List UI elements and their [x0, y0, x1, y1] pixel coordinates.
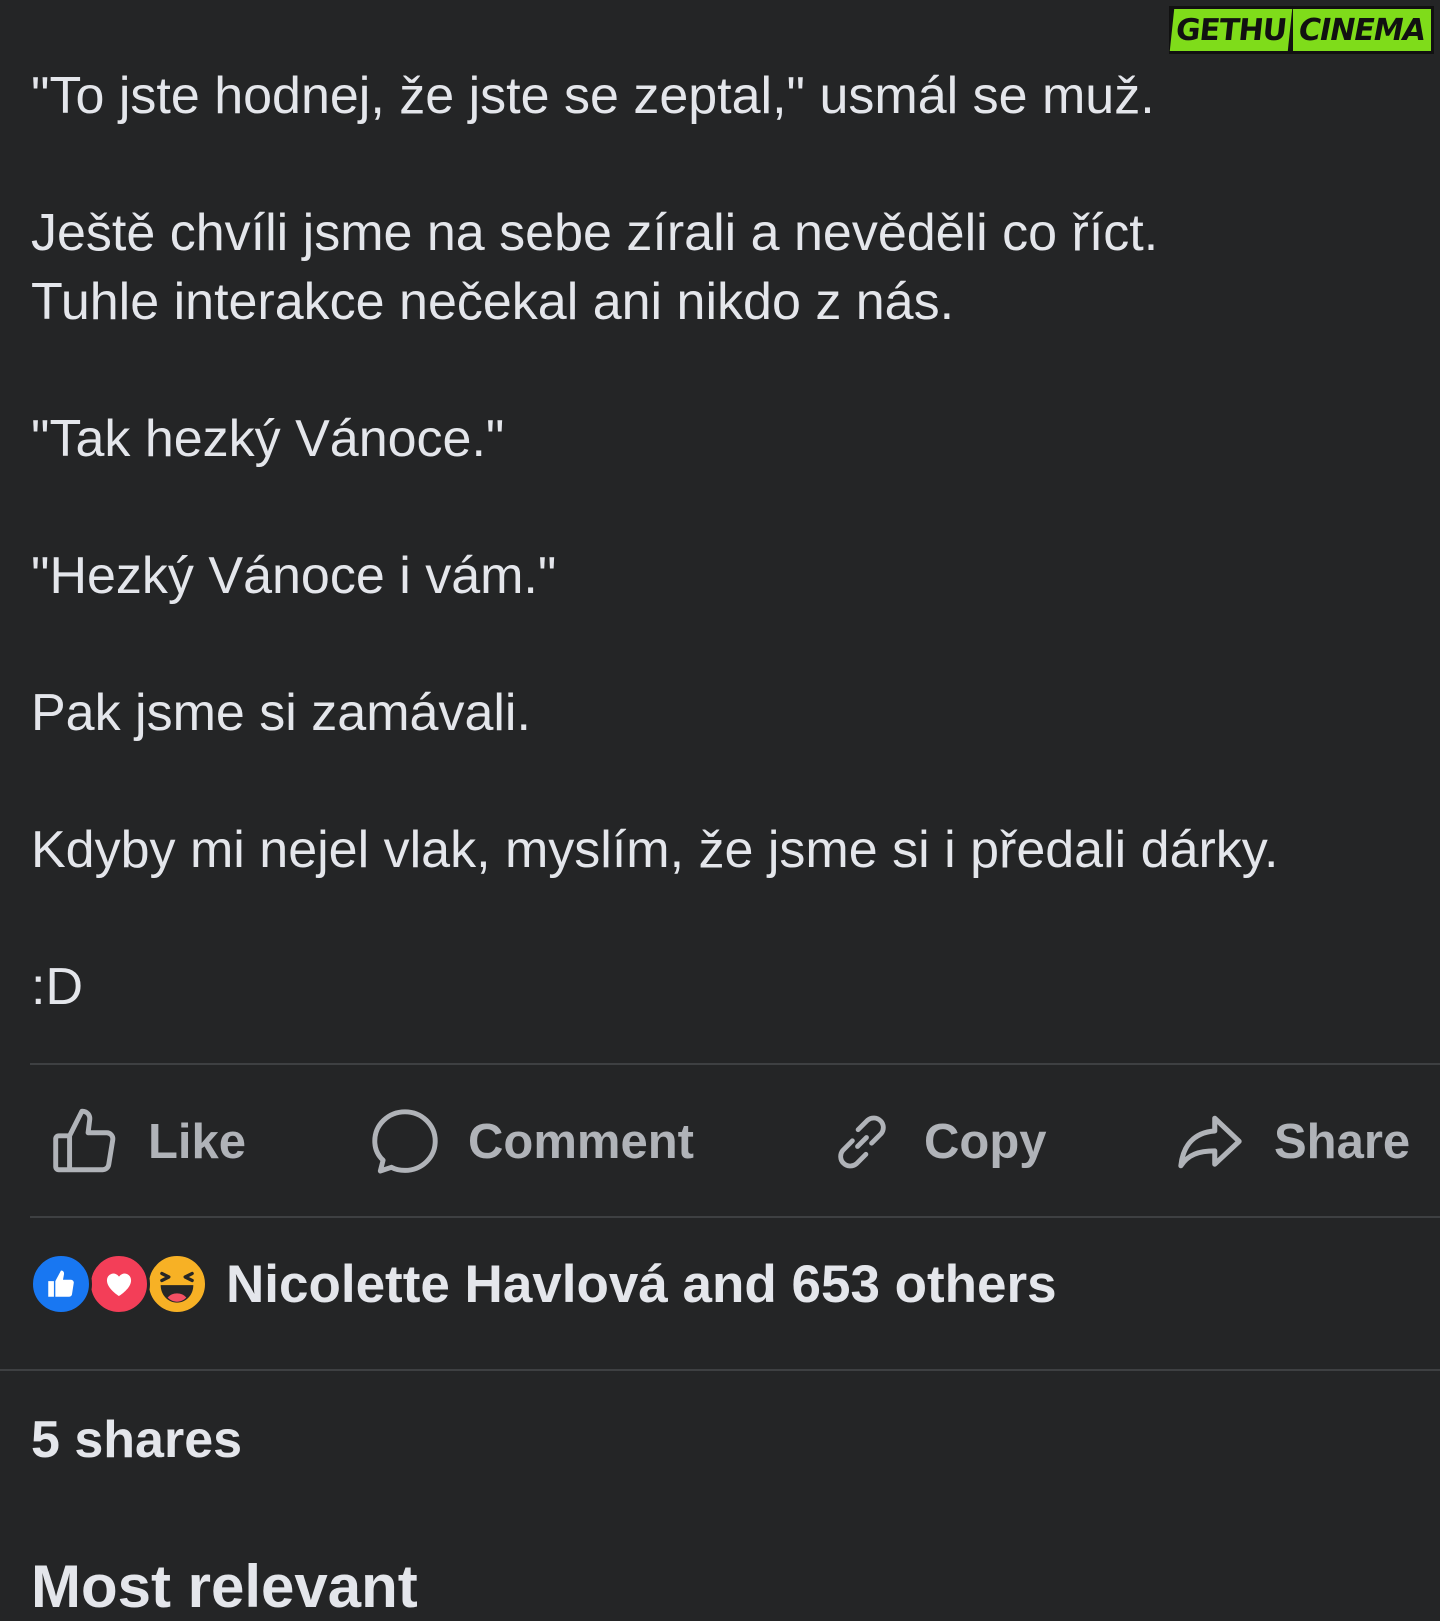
speech-bubble-icon — [372, 1109, 438, 1174]
divider — [30, 1216, 1440, 1218]
comment-label: Comment — [468, 1115, 694, 1169]
haha-reaction-icon — [146, 1253, 208, 1315]
post-paragraph: Kdyby mi nejel vlak, myslím, že jsme si … — [31, 821, 1279, 879]
watermark-logo: GETHU CINEMA — [1169, 6, 1434, 54]
action-bar: Like Comment Copy Share — [0, 1068, 1440, 1216]
copy-label: Copy — [924, 1115, 1047, 1169]
like-reaction-thumb-glyph — [48, 1270, 74, 1297]
share-label: Share — [1274, 1115, 1411, 1169]
haha-reaction-face-glyph — [160, 1271, 194, 1303]
post-body: "To jste hodnej, že jste se zeptal," usm… — [31, 62, 1431, 1022]
watermark-part-1: GETHU — [1169, 9, 1293, 51]
like-reaction-icon — [30, 1253, 92, 1315]
post-paragraph: Pak jsme si zamávali. — [31, 684, 531, 742]
shares-count[interactable]: 5 shares — [31, 1410, 242, 1470]
share-arrow-icon — [1178, 1115, 1242, 1169]
comment-button[interactable]: Comment — [368, 1068, 694, 1216]
divider — [30, 1063, 1440, 1065]
post-paragraph: "Hezký Vánoce i vám." — [31, 547, 557, 605]
post-paragraph: :D — [31, 958, 83, 1016]
love-reaction-heart-glyph — [106, 1273, 132, 1297]
reactions-summary[interactable]: Nicolette Havlová and 653 others — [30, 1252, 1057, 1316]
like-button[interactable]: Like — [48, 1068, 246, 1216]
post-paragraph: "Tak hezký Vánoce." — [31, 410, 505, 468]
divider — [0, 1369, 1440, 1371]
thumbs-up-icon — [53, 1108, 116, 1173]
post-paragraph: "To jste hodnej, že jste se zeptal," usm… — [31, 67, 1155, 125]
comment-filter-label[interactable]: Most relevant — [31, 1552, 418, 1621]
reaction-icons — [30, 1252, 208, 1316]
post-paragraph: Ještě chvíli jsme na sebe zírali a nevěd… — [31, 204, 1159, 331]
reaction-summary-text: Nicolette Havlová and 653 others — [226, 1254, 1057, 1314]
like-label: Like — [148, 1115, 247, 1169]
watermark-part-2: CINEMA — [1293, 9, 1431, 51]
link-icon — [838, 1115, 886, 1169]
love-reaction-icon — [88, 1253, 150, 1315]
share-button[interactable]: Share — [1172, 1068, 1410, 1216]
copy-button[interactable]: Copy — [826, 1068, 1047, 1216]
